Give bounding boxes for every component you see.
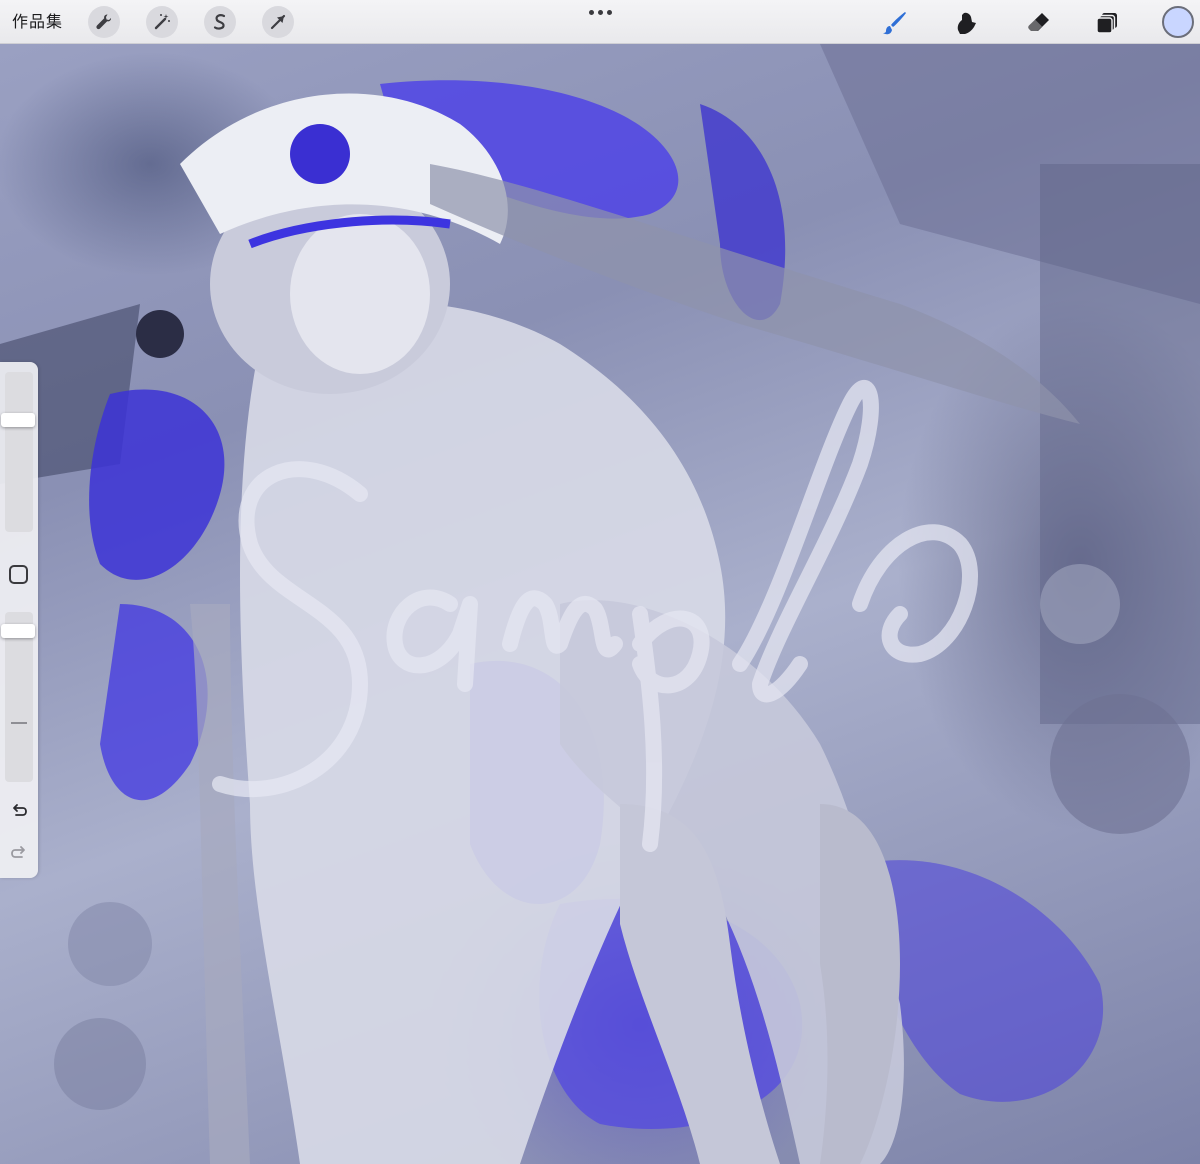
brush-opacity-thumb[interactable]	[1, 624, 35, 639]
brush-button[interactable]	[878, 6, 912, 40]
actions-button[interactable]	[88, 6, 120, 38]
left-sidebar	[0, 362, 38, 878]
brush-icon	[883, 12, 906, 35]
magic-wand-icon	[154, 14, 170, 30]
more-dots-icon[interactable]	[584, 4, 616, 20]
selection-s-icon	[213, 14, 226, 30]
top-toolbar: 作品集	[0, 0, 1200, 44]
eraser-icon	[1028, 13, 1049, 31]
undo-button[interactable]	[6, 798, 32, 824]
eraser-button[interactable]	[1022, 6, 1056, 40]
sample-watermark	[212, 380, 978, 852]
undo-icon	[13, 804, 27, 816]
transform-button[interactable]	[262, 6, 294, 38]
smudge-button[interactable]	[950, 6, 984, 40]
opacity-mark	[11, 722, 27, 724]
selection-button[interactable]	[204, 6, 236, 38]
modify-square-icon[interactable]	[9, 565, 28, 584]
smudge-icon	[957, 12, 976, 34]
adjustments-button[interactable]	[146, 6, 178, 38]
gallery-button[interactable]: 作品集	[12, 10, 63, 34]
wrench-icon	[96, 14, 112, 30]
brush-opacity-slider[interactable]	[1, 612, 35, 782]
layers-button[interactable]	[1090, 6, 1124, 40]
redo-icon	[11, 846, 25, 858]
brush-size-thumb[interactable]	[1, 412, 35, 427]
layers-icon	[1096, 13, 1117, 34]
arrow-cursor-icon	[270, 14, 286, 30]
drawing-canvas[interactable]	[0, 44, 1200, 1164]
redo-button[interactable]	[6, 840, 32, 866]
color-picker-button[interactable]	[1162, 6, 1194, 38]
brush-size-slider[interactable]	[1, 372, 35, 532]
